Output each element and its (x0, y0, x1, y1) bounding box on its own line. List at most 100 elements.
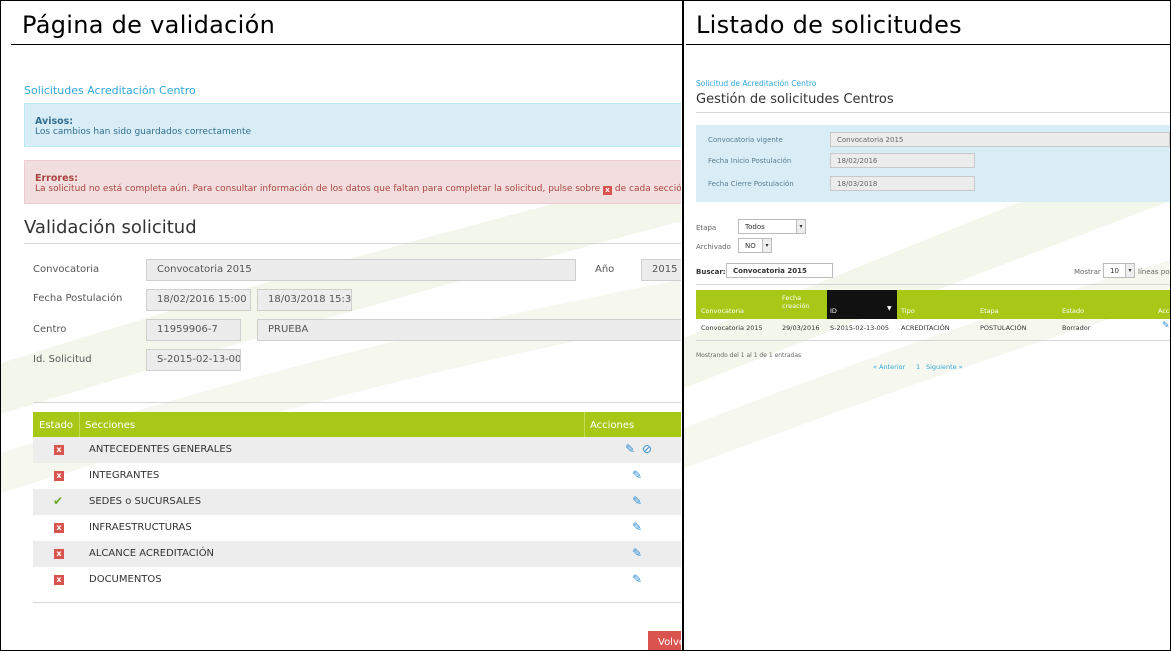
error-text-before: La solicitud no está completa aún. Para … (35, 184, 601, 194)
header-estado[interactable]: Estado (1062, 307, 1084, 315)
error-text-after: de cada sección. (614, 184, 681, 194)
error-status-icon[interactable]: x (54, 575, 64, 585)
section-name: SEDES o SUCURSALES (89, 496, 202, 507)
cell-id: S-2015-02-13-005 (830, 324, 889, 332)
convocatoria-vigente-label: Convocatoria vigente (708, 136, 783, 144)
convocatoria-label: Convocatoria (33, 264, 100, 275)
paperclip-icon[interactable]: ⊘ (642, 442, 652, 456)
header-etapa[interactable]: Etapa (980, 307, 999, 315)
header-id[interactable]: ID (830, 307, 837, 315)
notice-text: Los cambios han sido guardados correctam… (35, 127, 252, 137)
convocatoria-vigente-field[interactable]: Convocatoria 2015 (830, 132, 1170, 147)
x-icon: x (603, 186, 613, 195)
fecha-fin-field[interactable]: 18/03/2018 15:30 (257, 289, 352, 311)
pager-next[interactable]: Siguiente » (926, 363, 963, 371)
validation-page: Solicitudes Acreditación Centro Avisos: … (1, 46, 681, 650)
pencil-icon[interactable]: ✎ (632, 520, 642, 534)
archivado-select-value: NO (745, 242, 756, 250)
page-size-value: 10 (1110, 267, 1119, 275)
sections-table-header: Estado Secciones Acciones (33, 412, 681, 437)
pencil-icon[interactable]: ✎ (632, 546, 642, 560)
pencil-icon[interactable]: ✎ (632, 468, 642, 482)
fecha-inicio-field[interactable]: 18/02/2016 (830, 153, 975, 168)
requests-table-header: Convocatoria Fecha creación ID ▼ Tipo Et… (696, 290, 1170, 319)
page-title: Validación solicitud (24, 217, 197, 238)
pencil-icon[interactable]: ✎ (632, 572, 642, 586)
chevron-down-icon: ▾ (796, 220, 805, 233)
table-bottom-divider (696, 340, 1170, 341)
error-title: Errores: (35, 173, 78, 184)
error-status-icon[interactable]: x (54, 523, 64, 533)
table-row: x INFRAESTRUCTURAS ✎ (33, 515, 681, 541)
table-info: Mostrando del 1 al 1 de 1 entradas (696, 352, 802, 359)
notice-title: Avisos: (35, 116, 74, 127)
centro-nombre-field[interactable]: PRUEBA (257, 319, 681, 341)
table-bottom-divider (33, 602, 681, 603)
header-tipo[interactable]: Tipo (901, 307, 915, 315)
error-text: La solicitud no está completa aún. Para … (35, 184, 681, 195)
chevron-down-icon: ▾ (1125, 264, 1134, 277)
show-label: Mostrar (1074, 268, 1101, 276)
header-acciones: Acciones (590, 420, 635, 431)
section-name: DOCUMENTOS (89, 574, 162, 585)
id-solicitud-label: Id. Solicitud (33, 354, 92, 365)
header-secciones: Secciones (85, 420, 136, 431)
section-name: ANTECEDENTES GENERALES (89, 444, 232, 455)
table-row: x INTEGRANTES ✎ (33, 463, 681, 489)
cell-estado: Borrador (1062, 324, 1091, 332)
section-name: ALCANCE ACREDITACIÓN (89, 548, 215, 559)
page-size-select[interactable]: 10 ▾ (1103, 263, 1135, 278)
table-row: Convocatoria 2015 29/03/2016 S-2015-02-1… (696, 319, 1170, 337)
anio-field[interactable]: 2015 (641, 259, 681, 281)
caption-left: Página de validación (22, 11, 276, 39)
caption-right-underline (686, 44, 1170, 45)
header-estado: Estado (39, 420, 74, 431)
error-status-icon[interactable]: x (54, 445, 64, 455)
search-input[interactable]: Convocatoria 2015 (726, 263, 833, 278)
cell-tipo: ACREDITACIÓN (901, 324, 950, 332)
breadcrumb-link[interactable]: Solicitudes Acreditación Centro (24, 84, 196, 97)
search-divider (696, 284, 1170, 285)
fecha-inicio-label: Fecha Inicio Postulación (708, 157, 792, 165)
convocatoria-field[interactable]: Convocatoria 2015 (146, 259, 576, 281)
title-divider (24, 243, 681, 244)
centro-label: Centro (33, 324, 67, 335)
error-alert: Errores: La solicitud no está completa a… (24, 160, 681, 204)
archivado-label: Archivado (696, 243, 731, 251)
centro-rut-field[interactable]: 11959906-7 (146, 319, 241, 341)
table-row: x DOCUMENTOS ✎ (33, 567, 681, 593)
page-title: Gestión de solicitudes Centros (696, 92, 894, 107)
sort-desc-icon: ▼ (887, 305, 892, 312)
error-status-icon[interactable]: x (54, 549, 64, 559)
breadcrumb-link[interactable]: Solicitud de Acreditación Centro (696, 79, 816, 88)
etapa-label: Etapa (696, 224, 717, 232)
etapa-select[interactable]: Todos ▾ (738, 219, 806, 234)
pencil-icon[interactable]: ✎ (625, 442, 635, 456)
form-divider (33, 402, 681, 403)
title-divider (696, 112, 1170, 113)
id-solicitud-field[interactable]: S-2015-02-13-007 (146, 349, 241, 371)
pencil-icon[interactable]: ✎ (632, 494, 642, 508)
notice-alert: Avisos: Los cambios han sido guardados c… (24, 103, 681, 147)
fecha-inicio-field[interactable]: 18/02/2016 15:00 (146, 289, 251, 311)
header-convocatoria[interactable]: Convocatoria (701, 307, 744, 315)
pager-prev[interactable]: « Anterior (873, 363, 905, 371)
fecha-cierre-field[interactable]: 18/03/2018 (830, 176, 975, 191)
section-name: INTEGRANTES (89, 470, 160, 481)
listing-page: Solicitud de Acreditación Centro Gestión… (684, 46, 1170, 650)
table-row: ✔ SEDES o SUCURSALES ✎ (33, 489, 681, 515)
back-button[interactable]: Volver (648, 631, 681, 650)
section-name: INFRAESTRUCTURAS (89, 522, 192, 533)
caption-left-underline (11, 44, 682, 45)
fecha-cierre-label: Fecha Cierre Postulación (708, 180, 794, 188)
info-panel: Convocatoria vigente Convocatoria 2015 F… (696, 125, 1170, 202)
pager-page[interactable]: 1 (916, 363, 920, 371)
caption-right: Listado de solicitudes (696, 11, 962, 39)
table-row: x ANTECEDENTES GENERALES ✎ ⊘ (33, 437, 681, 463)
check-status-icon: ✔ (53, 494, 64, 508)
header-fecha-creacion[interactable]: Fecha creación (782, 294, 816, 310)
error-status-icon[interactable]: x (54, 471, 64, 481)
pencil-icon[interactable]: ✎ (1162, 321, 1170, 331)
archivado-select[interactable]: NO ▾ (738, 238, 772, 253)
show-suffix: líneas por p (1138, 268, 1170, 276)
